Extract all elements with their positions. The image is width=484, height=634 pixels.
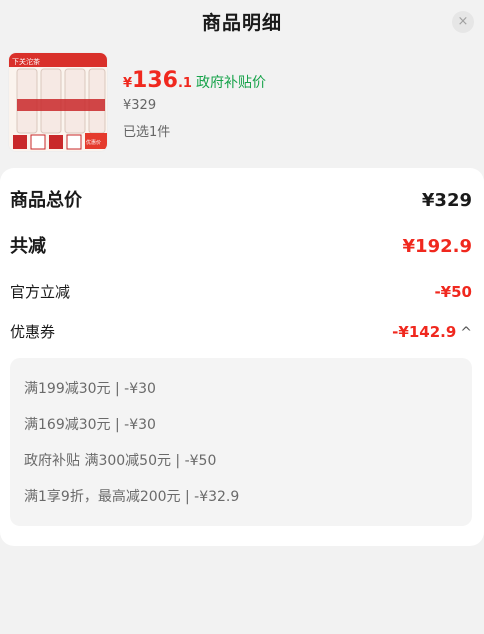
price-decimal: .1 xyxy=(177,76,192,91)
discount-row: 共减 ¥192.9 xyxy=(10,232,472,262)
close-icon[interactable]: × xyxy=(452,11,474,33)
svg-text:优惠价: 优惠价 xyxy=(86,139,101,146)
svg-text:下关沱茶: 下关沱茶 xyxy=(12,57,40,66)
total-price-value: ¥329 xyxy=(421,190,472,211)
original-price: ¥329 xyxy=(123,98,157,113)
price-integer: 136 xyxy=(132,68,178,93)
price-row: ¥136.1 政府补贴价 xyxy=(123,68,266,93)
coupon-value-group[interactable]: -¥142.9 ^ xyxy=(392,317,472,348)
price-currency: ¥ xyxy=(123,76,133,91)
official-discount-value: -¥50 xyxy=(434,283,472,301)
coupon-item: 满1享9折，最高减200元 | -¥32.9 xyxy=(24,489,240,505)
official-discount-label: 官方立减 xyxy=(10,283,71,301)
official-discount-row: 官方立减 -¥50 xyxy=(10,277,472,307)
product-thumbnail[interactable]: 下关沱茶 优惠价 xyxy=(8,52,108,152)
price-detail-card: 商品总价 ¥329 共减 ¥192.9 官方立减 -¥50 优惠券 -¥142.… xyxy=(0,168,484,546)
total-price-label: 商品总价 xyxy=(10,190,82,211)
coupon-label: 优惠券 xyxy=(10,323,56,341)
coupon-item: 政府补贴 满300减50元 | -¥50 xyxy=(24,453,217,469)
subsidy-price-label: 政府补贴价 xyxy=(195,75,266,91)
coupon-row[interactable]: 优惠券 -¥142.9 ^ xyxy=(10,317,472,347)
selected-count: 已选1件 xyxy=(123,125,171,140)
chevron-up-icon[interactable]: ^ xyxy=(460,325,472,341)
coupon-value: -¥142.9 xyxy=(392,323,457,341)
total-price-row: 商品总价 ¥329 xyxy=(10,186,472,216)
discount-label: 共减 xyxy=(10,236,46,257)
product-summary: 下关沱茶 优惠价 ¥136.1 政府补贴价 ¥329 已选1件 xyxy=(8,52,478,152)
product-image: 下关沱茶 优惠价 xyxy=(9,53,107,151)
page-title: 商品明细 xyxy=(201,12,282,34)
coupon-item: 满169减30元 | -¥30 xyxy=(24,417,156,433)
header: 商品明细 × xyxy=(0,0,484,46)
coupon-item: 满199减30元 | -¥30 xyxy=(24,381,156,397)
discount-value: ¥192.9 xyxy=(402,236,472,257)
coupon-details: 满199减30元 | -¥30 满169减30元 | -¥30 政府补贴 满30… xyxy=(10,358,472,526)
